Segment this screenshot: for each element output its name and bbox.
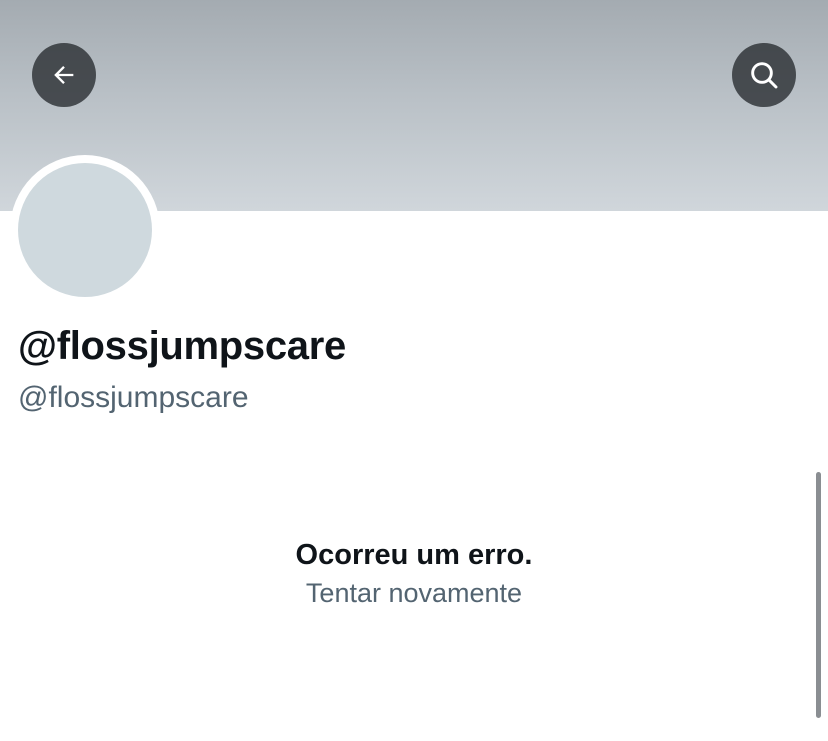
arrow-left-icon: [50, 61, 78, 89]
search-icon: [748, 59, 780, 91]
avatar[interactable]: [18, 163, 152, 297]
back-button[interactable]: [32, 43, 96, 107]
profile-page: @flossjumpscare @flossjumpscare Ocorreu …: [0, 0, 828, 741]
retry-link[interactable]: Tentar novamente: [0, 575, 828, 611]
profile-handle: @flossjumpscare: [18, 381, 249, 414]
error-message: Ocorreu um erro.: [295, 539, 533, 571]
search-button[interactable]: [732, 43, 796, 107]
error-state: Ocorreu um erro. Tentar novamente: [0, 535, 828, 611]
scrollbar[interactable]: [816, 472, 821, 718]
profile-display-name: @flossjumpscare: [18, 324, 346, 368]
